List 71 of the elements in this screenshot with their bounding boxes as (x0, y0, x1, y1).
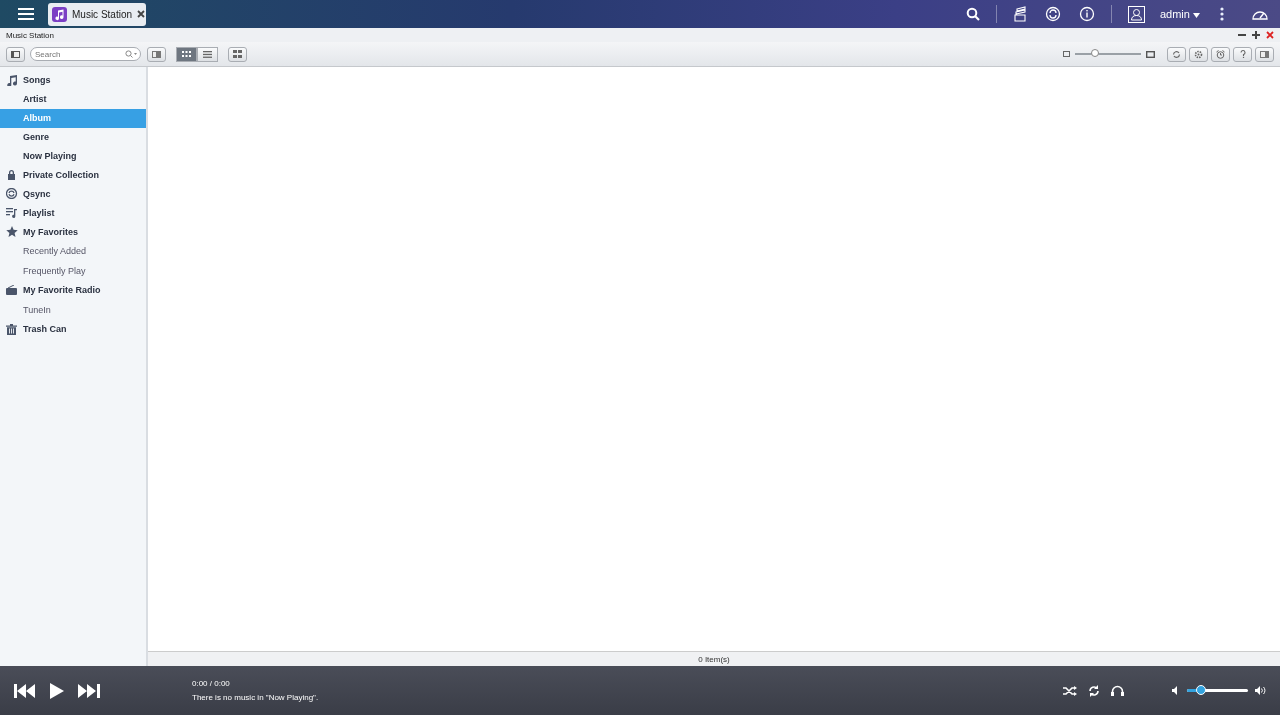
time-readout: 0:00 / 0:00 (192, 679, 231, 688)
list-icon (203, 50, 212, 58)
close-icon[interactable] (137, 10, 146, 18)
search-icon[interactable] (965, 7, 980, 21)
sidebar-item[interactable]: Now Playing (0, 146, 146, 166)
lock-icon (6, 169, 18, 181)
settings-icon (1194, 49, 1203, 59)
menu-icon[interactable] (18, 7, 34, 21)
search-field[interactable]: Search (30, 47, 141, 61)
sync-icon (6, 188, 18, 200)
headphones-icon[interactable] (1111, 685, 1124, 696)
refresh-icon (1172, 49, 1181, 59)
settings-button[interactable] (1189, 46, 1208, 62)
user-icon[interactable] (1127, 5, 1145, 23)
list-view-button[interactable] (197, 46, 218, 62)
help-button[interactable] (1233, 46, 1252, 62)
item-count: 0 Item(s) (698, 654, 730, 664)
grid-icon (182, 51, 191, 57)
sidebar-item[interactable]: Playlist (0, 203, 146, 223)
volume-low-icon[interactable] (1172, 686, 1180, 695)
sidebar-item[interactable]: Qsync (0, 184, 146, 204)
sidebar-toggle-button[interactable] (6, 46, 25, 62)
user-menu[interactable]: admin (1159, 8, 1200, 20)
alarm-button[interactable] (1211, 46, 1230, 62)
tiles-icon (233, 50, 242, 58)
music-note-icon (6, 75, 18, 86)
stack-icon[interactable] (1012, 6, 1027, 22)
sidebar-item[interactable]: My Favorite Radio (0, 281, 146, 300)
more-icon[interactable] (1220, 7, 1224, 21)
panel-icon (152, 50, 161, 58)
caret-icon (1193, 13, 1200, 18)
status-message: There is no music in "Now Playing". (192, 693, 320, 702)
sidebar-item[interactable]: Genre (0, 127, 146, 147)
repeat-icon[interactable] (1088, 684, 1100, 697)
tab-label: Music Station (72, 8, 133, 20)
play-icon[interactable] (50, 682, 64, 699)
sync-icon[interactable] (1044, 6, 1061, 22)
sidebar-item[interactable]: My Favorites (0, 222, 146, 241)
alarm-clock-icon (1216, 49, 1225, 59)
detail-panel-button[interactable] (147, 46, 166, 62)
app-tab[interactable]: Music Station (48, 2, 146, 26)
refresh-button[interactable] (1167, 46, 1186, 62)
panel-icon (11, 50, 20, 58)
small-size-icon (1063, 51, 1070, 57)
next-icon[interactable] (78, 683, 100, 698)
sidebar-item[interactable]: Trash Can (0, 319, 146, 339)
panel-icon (1260, 50, 1269, 58)
shuffle-icon[interactable] (1063, 685, 1077, 696)
volume-high-icon[interactable] (1255, 686, 1266, 695)
close-icon[interactable] (1266, 31, 1274, 39)
panel-button[interactable] (1255, 46, 1274, 62)
star-icon (6, 226, 18, 238)
radio-icon (6, 285, 18, 296)
playlist-icon (6, 207, 18, 219)
sidebar-item[interactable]: Private Collection (0, 165, 146, 185)
music-app-icon (52, 6, 67, 22)
large-size-icon (1146, 50, 1155, 58)
sidebar-item[interactable]: TuneIn (0, 299, 146, 320)
maximize-icon[interactable] (1252, 31, 1260, 39)
sidebar-item[interactable]: Songs (0, 71, 146, 90)
sidebar-item[interactable]: Artist (0, 89, 146, 109)
info-icon[interactable] (1078, 6, 1095, 22)
minimize-icon[interactable] (1238, 31, 1246, 39)
previous-icon[interactable] (14, 683, 36, 698)
question-icon (1239, 50, 1246, 58)
sidebar-item[interactable]: Frequently Play (0, 261, 146, 281)
window-title: Music Station (6, 30, 56, 40)
sidebar-item[interactable]: Recently Added (0, 241, 146, 261)
cover-view-button[interactable] (228, 46, 247, 62)
grid-view-button[interactable] (176, 46, 197, 62)
trash-icon (6, 323, 18, 335)
